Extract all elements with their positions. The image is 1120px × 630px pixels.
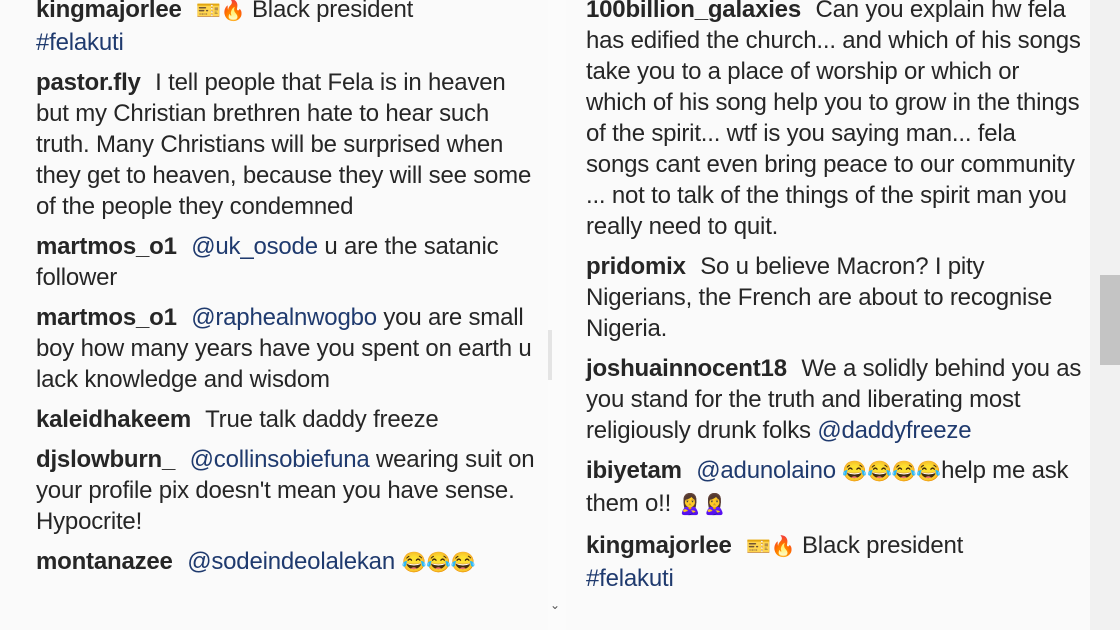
comment-username[interactable]: kingmajorlee bbox=[36, 0, 182, 23]
comment: montanazee @sodeindeolalekan 😂😂😂 bbox=[36, 546, 540, 579]
comment-text: Black president bbox=[252, 0, 414, 23]
comment-text: True talk daddy freeze bbox=[205, 406, 439, 433]
comment: martmos_o1 @uk_osode u are the satanic f… bbox=[36, 231, 540, 293]
comment-username[interactable]: montanazee bbox=[36, 548, 173, 575]
comment: kaleidhakeem True talk daddy freeze bbox=[36, 404, 540, 435]
comment: ibiyetam @adunolaino 😂😂😂😂help me ask the… bbox=[586, 455, 1082, 521]
comment: djslowburn_ @collinsobiefuna wearing sui… bbox=[36, 444, 540, 537]
comment-text: Can you explain hw fela has edified the … bbox=[586, 0, 1081, 240]
comment-username[interactable]: pridomix bbox=[586, 253, 686, 280]
comment-username[interactable]: pastor.fly bbox=[36, 69, 141, 96]
left-scrollbar-thumb[interactable] bbox=[548, 330, 552, 380]
hashtag-link[interactable]: #felakuti bbox=[586, 565, 674, 592]
emoji-ticket-fire-icon: 🎫🔥 bbox=[746, 536, 796, 558]
hashtag-link[interactable]: #felakuti bbox=[36, 29, 124, 56]
emoji-woman-pouting-icon: 🙎‍♀️🙎‍♀️ bbox=[677, 494, 728, 516]
comment: pridomix So u believe Macron? I pity Nig… bbox=[586, 251, 1082, 344]
right-scrollbar-thumb[interactable] bbox=[1100, 275, 1120, 365]
comment: martmos_o1 @raphealnwogbo you are small … bbox=[36, 302, 540, 395]
comment: joshuainnocent18 We a solidly behind you… bbox=[586, 353, 1082, 446]
mention-link[interactable]: @sodeindeolalekan bbox=[187, 548, 395, 575]
comment-list: kingmajorlee 🎫🔥 Black president #felakut… bbox=[36, 0, 540, 588]
comment-username[interactable]: djslowburn_ bbox=[36, 446, 175, 473]
mention-link[interactable]: @collinsobiefuna bbox=[190, 446, 370, 473]
comment-username[interactable]: martmos_o1 bbox=[36, 233, 177, 260]
comment-username[interactable]: joshuainnocent18 bbox=[586, 355, 787, 382]
comment-username[interactable]: martmos_o1 bbox=[36, 304, 177, 331]
left-scrollbar-track[interactable] bbox=[548, 0, 566, 630]
emoji-laughing-icon: 😂😂😂 bbox=[401, 552, 476, 574]
comment-username[interactable]: ibiyetam bbox=[586, 457, 682, 484]
comment-username[interactable]: kingmajorlee bbox=[586, 532, 732, 559]
emoji-laughing-icon: 😂😂😂😂 bbox=[842, 461, 942, 483]
mention-link[interactable]: @daddyfreeze bbox=[817, 417, 971, 444]
emoji-ticket-fire-icon: 🎫🔥 bbox=[196, 0, 246, 22]
comment: kingmajorlee 🎫🔥 Black president #felakut… bbox=[586, 530, 1082, 594]
comment-list: 100billion_galaxies Can you explain hw f… bbox=[586, 0, 1082, 603]
comment-username[interactable]: 100billion_galaxies bbox=[586, 0, 801, 23]
left-comments-panel: kingmajorlee 🎫🔥 Black president #felakut… bbox=[0, 0, 548, 630]
mention-link[interactable]: @uk_osode bbox=[191, 233, 318, 260]
mention-link[interactable]: @raphealnwogbo bbox=[191, 304, 377, 331]
comment-username[interactable]: kaleidhakeem bbox=[36, 406, 191, 433]
comment: pastor.fly I tell people that Fela is in… bbox=[36, 67, 540, 222]
comment: kingmajorlee 🎫🔥 Black president #felakut… bbox=[36, 0, 540, 58]
mention-link[interactable]: @adunolaino bbox=[696, 457, 836, 484]
comment-text: Black president bbox=[802, 532, 964, 559]
right-comments-panel: 100billion_galaxies Can you explain hw f… bbox=[566, 0, 1090, 630]
scroll-down-arrow-icon[interactable]: ⌄ bbox=[550, 598, 560, 612]
comment: 100billion_galaxies Can you explain hw f… bbox=[586, 0, 1082, 242]
